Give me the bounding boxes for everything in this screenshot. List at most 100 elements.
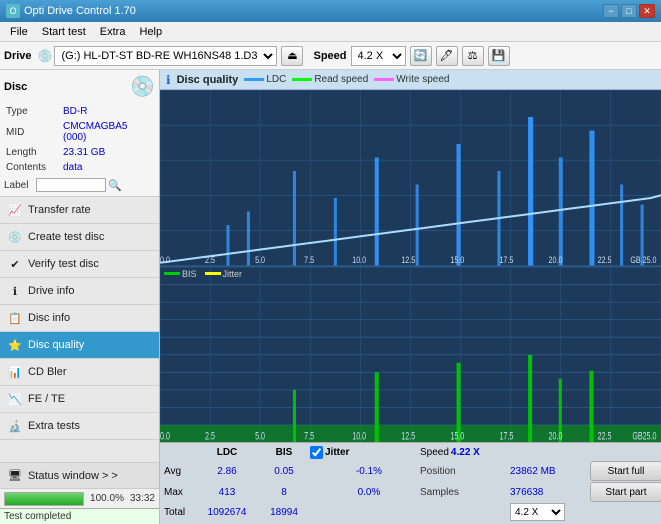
total-row: Total 1092674 18994 4.2 X — [164, 503, 657, 521]
avg-jitter: -0.1% — [310, 466, 420, 477]
position-header: Position — [420, 466, 510, 477]
menu-file[interactable]: File — [4, 24, 34, 40]
svg-text:5.0: 5.0 — [255, 429, 265, 441]
progress-time: 33:32 — [130, 493, 155, 504]
avg-label: Avg — [164, 466, 196, 477]
compare-button[interactable]: ⚖ — [462, 46, 484, 66]
drive-toolbar: Drive 💿 (G:) HL-DT-ST BD-RE WH16NS48 1.D… — [0, 42, 661, 70]
svg-text:12.5: 12.5 — [401, 254, 415, 265]
nav-create-test-disc[interactable]: 💿 Create test disc — [0, 224, 159, 251]
sidebar: Disc 💿 Type BD-R MID CMCMAGBA5 (000) Len… — [0, 70, 160, 524]
cd-bler-icon: 📊 — [8, 365, 22, 379]
menu-help[interactable]: Help — [133, 24, 168, 40]
ldc-header: LDC — [196, 447, 258, 458]
speed-dropdown[interactable]: 4.2 X — [510, 503, 565, 521]
close-button[interactable]: ✕ — [639, 4, 655, 18]
svg-text:2.5: 2.5 — [205, 254, 215, 265]
bottom-chart: BIS Jitter — [160, 267, 661, 443]
dq-header: ℹ Disc quality LDC Read speed Write spee… — [160, 70, 661, 90]
bis-legend-label: BIS — [182, 269, 197, 279]
total-label: Total — [164, 507, 196, 518]
nav-disc-info[interactable]: 📋 Disc info — [0, 305, 159, 332]
dq-icon: ℹ — [166, 73, 171, 87]
nav-fe-te-label: FE / TE — [28, 393, 65, 405]
bis-jitter-legend: BIS Jitter — [164, 269, 242, 279]
menu-bar: File Start test Extra Help — [0, 22, 661, 42]
svg-text:15.0: 15.0 — [450, 254, 464, 265]
progress-area: 100.0% 33:32 — [0, 488, 159, 508]
nav-transfer-rate[interactable]: 📈 Transfer rate — [0, 197, 159, 224]
svg-text:17.5: 17.5 — [499, 429, 513, 441]
nav-disc-quality[interactable]: ⭐ Disc quality — [0, 332, 159, 359]
length-label: Length — [6, 146, 61, 159]
menu-start-test[interactable]: Start test — [36, 24, 92, 40]
progress-percent: 100.0% — [90, 493, 124, 504]
nav-verify-test-disc[interactable]: ✔ Verify test disc — [0, 251, 159, 278]
svg-text:5.0: 5.0 — [255, 254, 265, 265]
legend-ldc-color — [244, 78, 264, 81]
bis-legend-item: BIS — [164, 269, 197, 279]
drive-label: Drive — [4, 50, 32, 62]
svg-text:0.0: 0.0 — [160, 254, 170, 265]
app-icon: O — [6, 4, 20, 18]
menu-extra[interactable]: Extra — [94, 24, 132, 40]
svg-text:2.5: 2.5 — [205, 429, 215, 441]
bottom-chart-svg: 10% 8% 6% 4% 2% 10 9 8 7 6 5 4 3 2 1 — [160, 267, 661, 443]
jitter-checkbox[interactable] — [310, 446, 323, 459]
nav-cd-bler-label: CD Bler — [28, 366, 67, 378]
nav-drive-info[interactable]: ℹ Drive info — [0, 278, 159, 305]
speed-select[interactable]: 4.2 X — [351, 46, 406, 66]
jitter-legend-label: Jitter — [223, 269, 243, 279]
total-ldc: 1092674 — [196, 507, 258, 518]
length-value: 23.31 GB — [63, 146, 153, 159]
start-full-button[interactable]: Start full — [590, 461, 661, 481]
nav-disc-info-label: Disc info — [28, 312, 70, 324]
label-input[interactable] — [36, 178, 106, 192]
status-window-button[interactable]: 🖥 Status window > > — [0, 462, 159, 488]
stats-headers-row: LDC BIS Jitter Speed 4.22 X — [164, 446, 657, 459]
status-window-label: Status window > > — [28, 470, 118, 482]
fe-te-icon: 📉 — [8, 392, 22, 406]
label-search-icon[interactable]: 🔍 — [108, 179, 122, 192]
top-chart: 18X 16X 12X 8X 4X 500 400 300 200 100 0.… — [160, 90, 661, 267]
dq-title: Disc quality — [177, 74, 239, 86]
drive-select[interactable]: (G:) HL-DT-ST BD-RE WH16NS48 1.D3 — [54, 46, 277, 66]
position-val: 23862 MB — [510, 466, 590, 477]
nav-create-test-disc-label: Create test disc — [28, 231, 104, 243]
label-label: Label — [4, 180, 34, 191]
nav-cd-bler[interactable]: 📊 CD Bler — [0, 359, 159, 386]
legend-read: Read speed — [292, 74, 368, 85]
contents-label: Contents — [6, 161, 61, 174]
nav-extra-tests[interactable]: 🔬 Extra tests — [0, 413, 159, 440]
maximize-button[interactable]: □ — [621, 4, 637, 18]
nav-extra-tests-label: Extra tests — [28, 420, 80, 432]
nav-fe-te[interactable]: 📉 FE / TE — [0, 386, 159, 413]
start-part-button[interactable]: Start part — [590, 482, 661, 502]
contents-value: data — [63, 161, 153, 174]
bis-header: BIS — [258, 447, 310, 458]
speed-header: Speed — [420, 447, 449, 458]
legend-read-color — [292, 78, 312, 81]
charts-container: 18X 16X 12X 8X 4X 500 400 300 200 100 0.… — [160, 90, 661, 442]
disc-panel-title: Disc — [4, 81, 27, 93]
content-area: ℹ Disc quality LDC Read speed Write spee… — [160, 70, 661, 524]
minimize-button[interactable]: − — [603, 4, 619, 18]
eject-button[interactable]: ⏏ — [281, 46, 303, 66]
svg-text:0.0: 0.0 — [160, 429, 170, 441]
legend-write: Write speed — [374, 74, 449, 85]
save-button[interactable]: 💾 — [488, 46, 510, 66]
svg-text:22.5: 22.5 — [598, 429, 612, 441]
main-layout: Disc 💿 Type BD-R MID CMCMAGBA5 (000) Len… — [0, 70, 661, 524]
burn-button[interactable]: 🖊 — [436, 46, 458, 66]
avg-bis: 0.05 — [258, 466, 310, 477]
svg-text:15.0: 15.0 — [450, 429, 464, 441]
disc-info-table: Type BD-R MID CMCMAGBA5 (000) Length 23.… — [4, 103, 155, 176]
refresh-button[interactable]: 🔄 — [410, 46, 432, 66]
avg-row: Avg 2.86 0.05 -0.1% Position 23862 MB St… — [164, 461, 657, 481]
drive-info-icon: ℹ — [8, 284, 22, 298]
svg-text:GB: GB — [632, 429, 642, 441]
svg-text:10.0: 10.0 — [352, 429, 366, 441]
jitter-header-cell: Jitter — [310, 446, 420, 459]
svg-text:20.0: 20.0 — [549, 429, 563, 441]
svg-text:25.0: 25.0 — [643, 254, 657, 265]
